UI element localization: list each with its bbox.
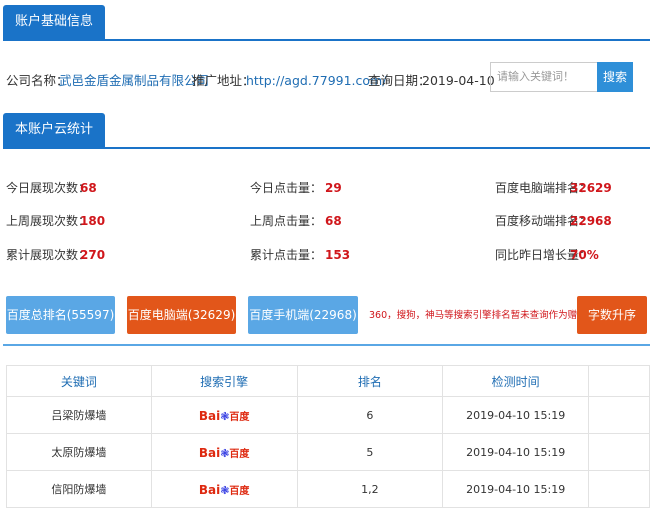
stat-baidu-pc-rank: 百度电脑端排名： 32629 bbox=[495, 178, 650, 198]
stat-label: 今日点击量： bbox=[250, 181, 323, 195]
stat-value: 29 bbox=[325, 181, 342, 195]
cell-time: 2019-04-10 15:19 bbox=[442, 470, 590, 508]
stat-value: 68 bbox=[325, 214, 342, 228]
section-title-account-info: 账户基础信息 bbox=[3, 5, 106, 39]
stat-label: 今日展现次数： bbox=[6, 181, 91, 195]
ranking-table: 关键词 搜索引擎 排名 检测时间 吕梁防爆墙 Bai❃百度 6 2019-04-… bbox=[6, 365, 650, 508]
stat-lastweek-clicks: 上周点击量： 68 bbox=[250, 211, 450, 231]
stat-value: 180 bbox=[80, 214, 106, 228]
column-header-engine: 搜索引擎 bbox=[150, 365, 298, 397]
baidu-logo-icon: Bai❃百度 bbox=[198, 408, 250, 423]
section-title-cloud-stats: 本账户云统计 bbox=[3, 113, 106, 147]
section-header-cloud-stats: 本账户云统计 bbox=[0, 113, 650, 149]
stat-label: 上周展现次数： bbox=[6, 214, 91, 228]
stat-today-impressions: 今日展现次数： 68 bbox=[6, 178, 206, 198]
stat-value: 22968 bbox=[570, 214, 612, 228]
baidu-logo-icon: Bai❃百度 bbox=[198, 482, 250, 497]
section-divider bbox=[3, 147, 650, 149]
company-name: 武邑金盾金属制品有限公司 bbox=[59, 73, 210, 88]
stat-label: 累计展现次数： bbox=[6, 248, 91, 262]
tabs-divider bbox=[3, 344, 650, 346]
section-header-account-info: 账户基础信息 bbox=[0, 5, 650, 41]
tab-baidu-total-rank[interactable]: 百度总排名(55597) bbox=[6, 296, 115, 334]
stat-baidu-mobile-rank: 百度移动端排名： 22968 bbox=[495, 211, 650, 231]
column-header-keyword: 关键词 bbox=[6, 365, 152, 397]
stat-total-clicks: 累计点击量： 153 bbox=[250, 245, 450, 265]
cell-rank: 6 bbox=[296, 396, 444, 434]
keyword-search-input[interactable]: 请输入关键词！ bbox=[490, 62, 597, 92]
stat-today-clicks: 今日点击量： 29 bbox=[250, 178, 450, 198]
search-button[interactable]: 搜索 bbox=[597, 62, 633, 92]
cell-rank: 1,2 bbox=[296, 470, 444, 508]
tab-baidu-pc[interactable]: 百度电脑端(32629) bbox=[127, 296, 236, 334]
column-header-rank: 排名 bbox=[296, 365, 444, 397]
cell-keyword: 信阳防爆墙 bbox=[6, 470, 152, 508]
table-row: 吕梁防爆墙 Bai❃百度 6 2019-04-10 15:19 bbox=[6, 396, 650, 434]
column-header-time: 检测时间 bbox=[442, 365, 590, 397]
table-row: 信阳防爆墙 Bai❃百度 1,2 2019-04-10 15:19 bbox=[6, 470, 650, 508]
cell-time: 2019-04-10 15:19 bbox=[442, 396, 590, 434]
stat-total-impressions: 累计展现次数： 270 bbox=[6, 245, 206, 265]
stat-value: 68 bbox=[80, 181, 97, 195]
stat-value: 32629 bbox=[570, 181, 612, 195]
stat-label: 累计点击量： bbox=[250, 248, 323, 262]
cell-blank bbox=[588, 396, 650, 434]
sort-ascending-button[interactable]: 字数升序 bbox=[577, 296, 647, 334]
stat-lastweek-impressions: 上周展现次数： 180 bbox=[6, 211, 206, 231]
query-date: 2019-04-10 bbox=[422, 73, 495, 88]
tab-baidu-mobile[interactable]: 百度手机端(22968) bbox=[248, 296, 358, 334]
cell-blank bbox=[588, 433, 650, 471]
promo-url-link[interactable]: http://agd.77991.com/ bbox=[246, 69, 386, 93]
cell-blank bbox=[588, 470, 650, 508]
engine-note: 360，搜狗，神马等搜索引擎排名暂未查询作为赠送。 bbox=[369, 310, 597, 321]
table-header-row: 关键词 搜索引擎 排名 检测时间 bbox=[6, 365, 650, 397]
cell-engine: Bai❃百度 bbox=[150, 396, 298, 434]
cell-engine: Bai❃百度 bbox=[150, 433, 298, 471]
section-divider bbox=[3, 39, 650, 41]
cell-keyword: 吕梁防爆墙 bbox=[6, 396, 152, 434]
stat-growth-vs-yesterday: 同比昨日增长量： 70% bbox=[495, 245, 650, 265]
cell-time: 2019-04-10 15:19 bbox=[442, 433, 590, 471]
stat-label: 上周点击量： bbox=[250, 214, 323, 228]
stat-value: 270 bbox=[80, 248, 106, 262]
cell-engine: Bai❃百度 bbox=[150, 470, 298, 508]
stat-value: 70% bbox=[570, 248, 599, 262]
cell-keyword: 太原防爆墙 bbox=[6, 433, 152, 471]
table-row: 太原防爆墙 Bai❃百度 5 2019-04-10 15:19 bbox=[6, 433, 650, 471]
baidu-logo-icon: Bai❃百度 bbox=[198, 445, 250, 460]
column-header-blank bbox=[588, 365, 650, 397]
cell-rank: 5 bbox=[296, 433, 444, 471]
stat-value: 153 bbox=[325, 248, 351, 262]
